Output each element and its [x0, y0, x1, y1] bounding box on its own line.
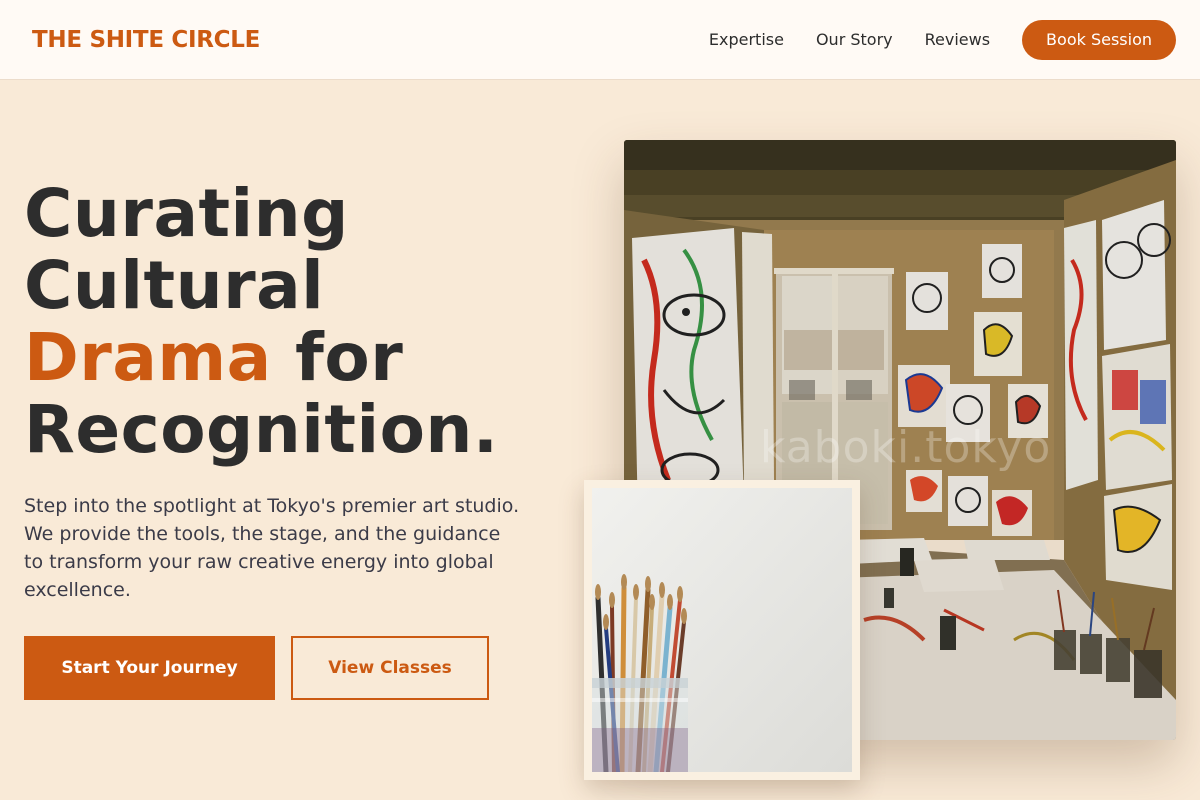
nav-link-reviews[interactable]: Reviews: [925, 30, 990, 49]
headline-line-2: Cultural: [24, 247, 325, 324]
hero-lead-text: Step into the spotlight at Tokyo's premi…: [24, 495, 520, 601]
book-session-button[interactable]: Book Session: [1022, 19, 1176, 60]
nav-link-our-story[interactable]: Our Story: [816, 30, 893, 49]
nav-links: Expertise Our Story Reviews Book Session: [709, 19, 1176, 60]
photo-watermark: kaboki.tokyo: [760, 422, 1052, 473]
brand-logo[interactable]: THE SHITE CIRCLE: [32, 27, 260, 53]
nav-link-expertise[interactable]: Expertise: [709, 30, 784, 49]
top-nav: THE SHITE CIRCLE Expertise Our Story Rev…: [0, 0, 1200, 80]
paintbrushes-jar-illustration: [592, 488, 852, 772]
headline-line-3-rest: for: [271, 319, 404, 396]
headline-accent-word: Drama: [24, 319, 272, 396]
headline-line-4: Recognition.: [24, 391, 499, 468]
start-your-journey-button[interactable]: Start Your Journey: [24, 636, 275, 700]
headline-line-1: Curating: [24, 175, 349, 252]
view-classes-button[interactable]: View Classes: [291, 636, 489, 700]
brushes-photo-card: [584, 480, 860, 780]
hero-headline: Curating Cultural Drama for Recognition.: [24, 178, 498, 466]
